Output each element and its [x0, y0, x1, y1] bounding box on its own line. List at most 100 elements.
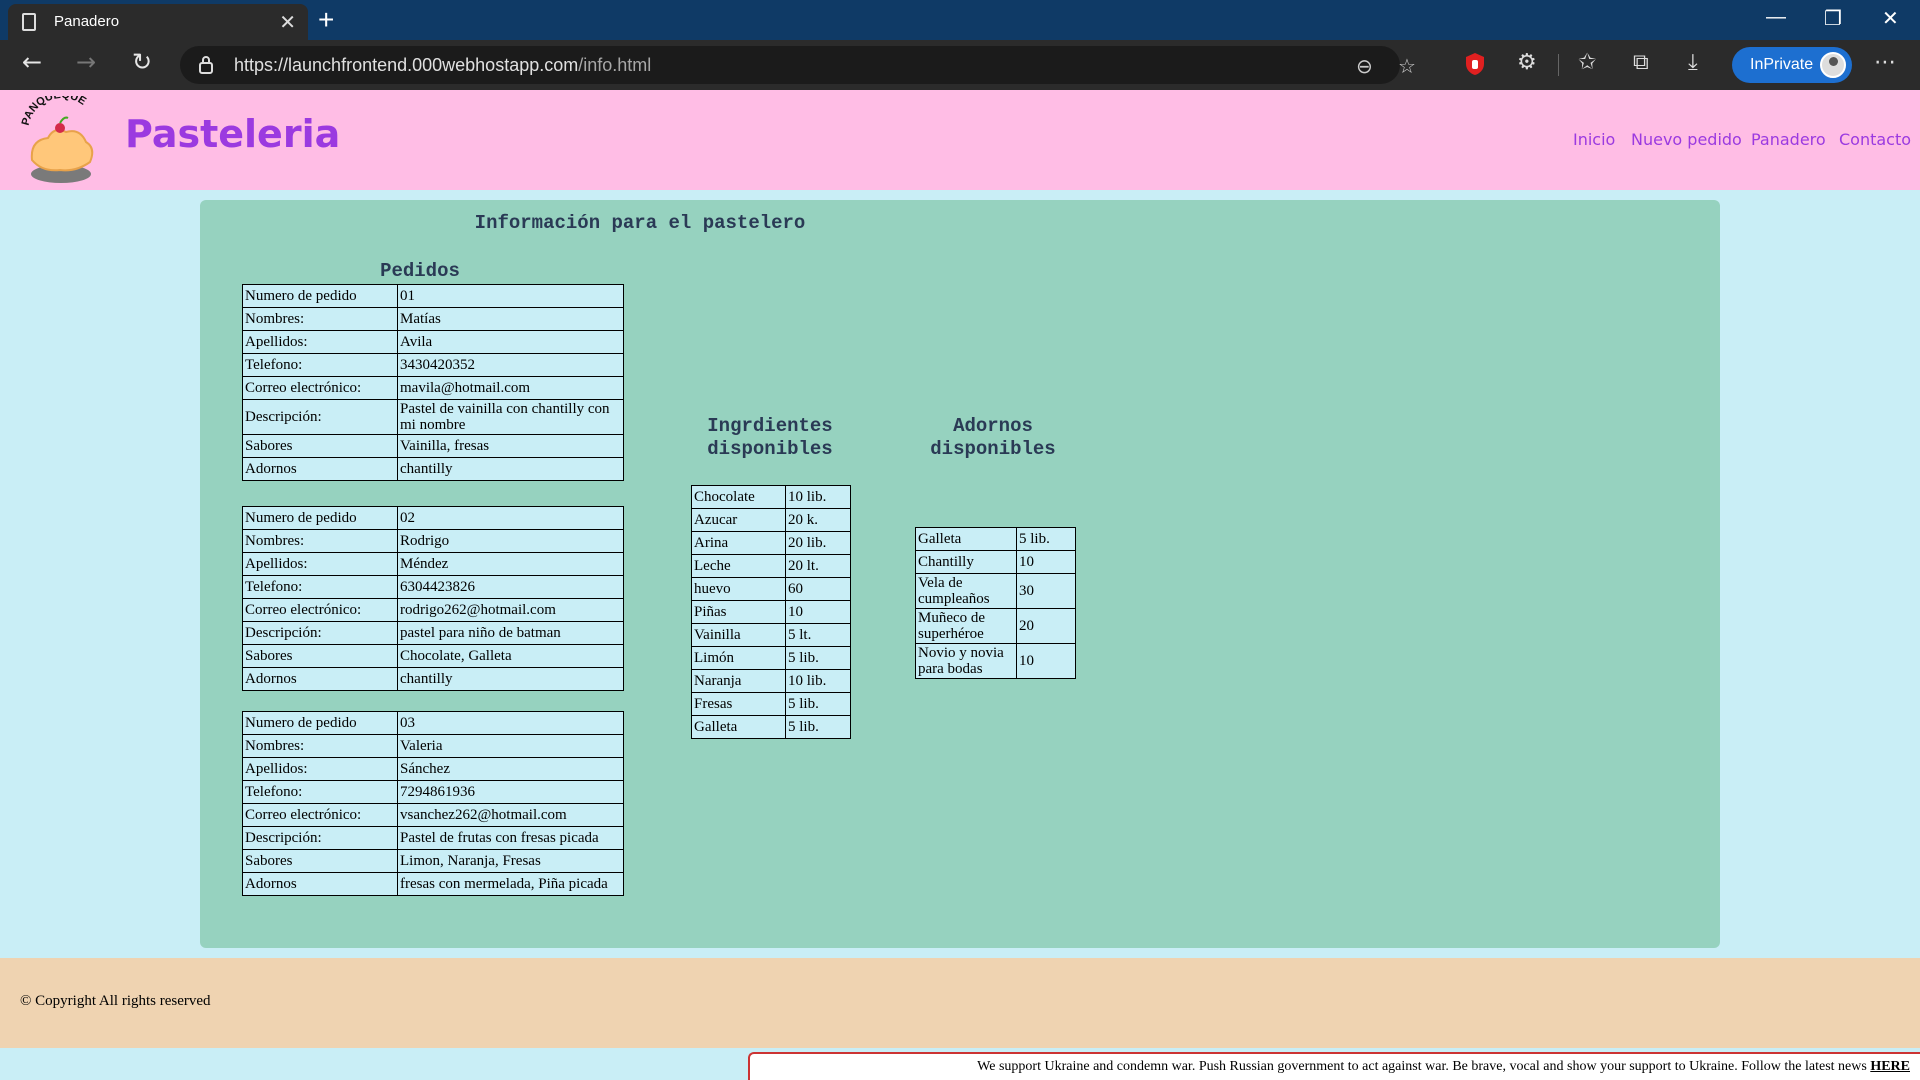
more-options-icon[interactable]: ⋯ — [1874, 50, 1896, 75]
info-panel: Información para el pastelero Pedidos Nu… — [200, 200, 1720, 948]
url-text[interactable]: https://launchfrontend.000webhostapp.com… — [234, 55, 651, 76]
avatar-icon — [1820, 52, 1846, 78]
extensions-icon[interactable]: ⚙ — [1517, 50, 1537, 75]
field-label: Galleta — [915, 527, 1017, 551]
order-row: Sabores Chocolate, Galleta — [242, 644, 624, 668]
order-row: Apellidos: Avila — [242, 330, 624, 354]
field-label: Descripción: — [242, 826, 398, 850]
site-header: PANQUEQUE Pasteleria Inicio Nuevo pedido… — [0, 90, 1920, 190]
nav-link-inicio[interactable]: Inicio — [1573, 130, 1615, 149]
order-row: Telefono: 3430420352 — [242, 353, 624, 377]
field-value: Matías — [397, 307, 624, 331]
ingredients-table: Chocolate 10 lib. Azucar 20 k. Arina 20 lib. L… — [691, 485, 851, 739]
url-host: https://launchfrontend.000webhostapp.com — [234, 55, 579, 75]
restore-icon[interactable]: ❐ — [1824, 6, 1842, 31]
download-icon[interactable]: ⤓ — [1688, 50, 1698, 75]
tab-close-icon[interactable]: ✕ — [279, 10, 296, 35]
field-label: Sabores — [242, 849, 398, 873]
browser-tab[interactable]: Panadero ✕ — [8, 4, 308, 40]
order-table-3: Numero de pedido 03 Nombres: Valeria Apellid… — [242, 711, 624, 896]
orders-title: Pedidos — [380, 260, 460, 282]
field-label: Novio y novia para bodas — [915, 643, 1017, 679]
field-label: Galleta — [691, 715, 786, 739]
field-value: 3430420352 — [397, 353, 624, 377]
nav-link-panadero[interactable]: Panadero — [1751, 130, 1826, 149]
nav-link-nuevo-pedido[interactable]: Nuevo pedido — [1631, 130, 1742, 149]
field-value: 20 k. — [785, 508, 851, 532]
ornaments-title-line-2: disponibles — [930, 438, 1056, 460]
field-value: pastel para niño de batman — [397, 621, 624, 645]
field-label: huevo — [691, 577, 786, 601]
field-label: Descripción: — [242, 399, 398, 435]
field-label: Telefono: — [242, 353, 398, 377]
forward-icon[interactable]: → — [76, 48, 96, 76]
field-value: Méndez — [397, 552, 624, 576]
field-label: Vainilla — [691, 623, 786, 647]
field-value: Chocolate, Galleta — [397, 644, 624, 668]
refresh-icon[interactable]: ↻ — [132, 48, 152, 76]
field-value: 20 — [1016, 608, 1076, 644]
order-row: Numero de pedido 01 — [242, 284, 624, 308]
back-icon[interactable]: ← — [22, 48, 42, 76]
ukraine-message: We support Ukraine and condemn war. Push… — [977, 1059, 1867, 1074]
field-value: Pastel de vainilla con chantilly con mi … — [397, 399, 624, 435]
order-row: Sabores Vainilla, fresas — [242, 434, 624, 458]
field-value: mavila@hotmail.com — [397, 376, 624, 400]
nav-link-contacto[interactable]: Contacto — [1839, 130, 1911, 149]
order-row: Adornos chantilly — [242, 667, 624, 691]
field-value: 7294861936 — [397, 780, 624, 804]
panqueque-logo[interactable]: PANQUEQUE — [16, 96, 106, 186]
inprivate-button[interactable]: InPrivate — [1732, 47, 1852, 83]
inprivate-label: InPrivate — [1750, 56, 1814, 73]
order-row: Adornos fresas con mermelada, Piña picada — [242, 872, 624, 896]
field-value: 5 lt. — [785, 623, 851, 647]
order-row: Descripción: Pastel de vainilla con chant… — [242, 399, 624, 435]
page-icon — [22, 13, 36, 31]
field-label: Telefono: — [242, 780, 398, 804]
ingredient-row: Chocolate 10 lib. — [691, 485, 851, 509]
field-label: Piñas — [691, 600, 786, 624]
field-label: Vela de cumpleaños — [915, 573, 1017, 609]
order-row: Telefono: 7294861936 — [242, 780, 624, 804]
svg-text:PANQUEQUE: PANQUEQUE — [20, 96, 88, 127]
field-value: Rodrigo — [397, 529, 624, 553]
favorites-icon[interactable]: ✩ — [1578, 50, 1596, 75]
ingredient-row: Arina 20 lib. — [691, 531, 851, 555]
field-label: Descripción: — [242, 621, 398, 645]
ingredient-row: Naranja 10 lib. — [691, 669, 851, 693]
toolbar-divider — [1558, 54, 1559, 76]
url-path: /info.html — [578, 55, 652, 75]
new-tab-button[interactable]: + — [318, 4, 334, 36]
order-row: Correo electrónico: mavila@hotmail.com — [242, 376, 624, 400]
field-value: 30 — [1016, 573, 1076, 609]
field-label: Naranja — [691, 669, 786, 693]
adblock-icon[interactable] — [1464, 52, 1486, 76]
ornaments-title-line-1: Adornos — [953, 415, 1033, 437]
field-value: 5 lib. — [1016, 527, 1076, 551]
zoom-out-icon[interactable]: ⊖ — [1356, 54, 1373, 78]
ingredients-title: Ingrdientes disponibles — [680, 415, 860, 461]
ornament-row: Vela de cumpleaños 30 — [915, 573, 1076, 609]
field-value: 5 lib. — [785, 692, 851, 716]
ukraine-here-link[interactable]: HERE — [1870, 1059, 1910, 1074]
field-value: 20 lt. — [785, 554, 851, 578]
minimize-icon[interactable]: — — [1766, 6, 1786, 29]
field-value: Vainilla, fresas — [397, 434, 624, 458]
field-value: 6304423826 — [397, 575, 624, 599]
field-value: vsanchez262@hotmail.com — [397, 803, 624, 827]
field-label: Numero de pedido — [242, 711, 398, 735]
field-value: rodrigo262@hotmail.com — [397, 598, 624, 622]
add-favorite-icon[interactable]: ☆ — [1398, 54, 1416, 78]
field-value: 03 — [397, 711, 624, 735]
field-value: 01 — [397, 284, 624, 308]
close-window-icon[interactable]: ✕ — [1882, 6, 1899, 31]
field-label: Numero de pedido — [242, 506, 398, 530]
brand-title[interactable]: Pasteleria — [125, 112, 340, 156]
field-value: 10 — [1016, 550, 1076, 574]
collections-icon[interactable]: ⧉ — [1633, 50, 1649, 75]
field-label: Limón — [691, 646, 786, 670]
ukraine-banner: We support Ukraine and condemn war. Push… — [748, 1052, 1920, 1080]
ornaments-table: Galleta 5 lib. Chantilly 10 Vela de cumpleañ… — [915, 527, 1076, 679]
ingredients-title-line-2: disponibles — [707, 438, 833, 460]
address-bar[interactable]: https://launchfrontend.000webhostapp.com… — [180, 46, 1416, 84]
